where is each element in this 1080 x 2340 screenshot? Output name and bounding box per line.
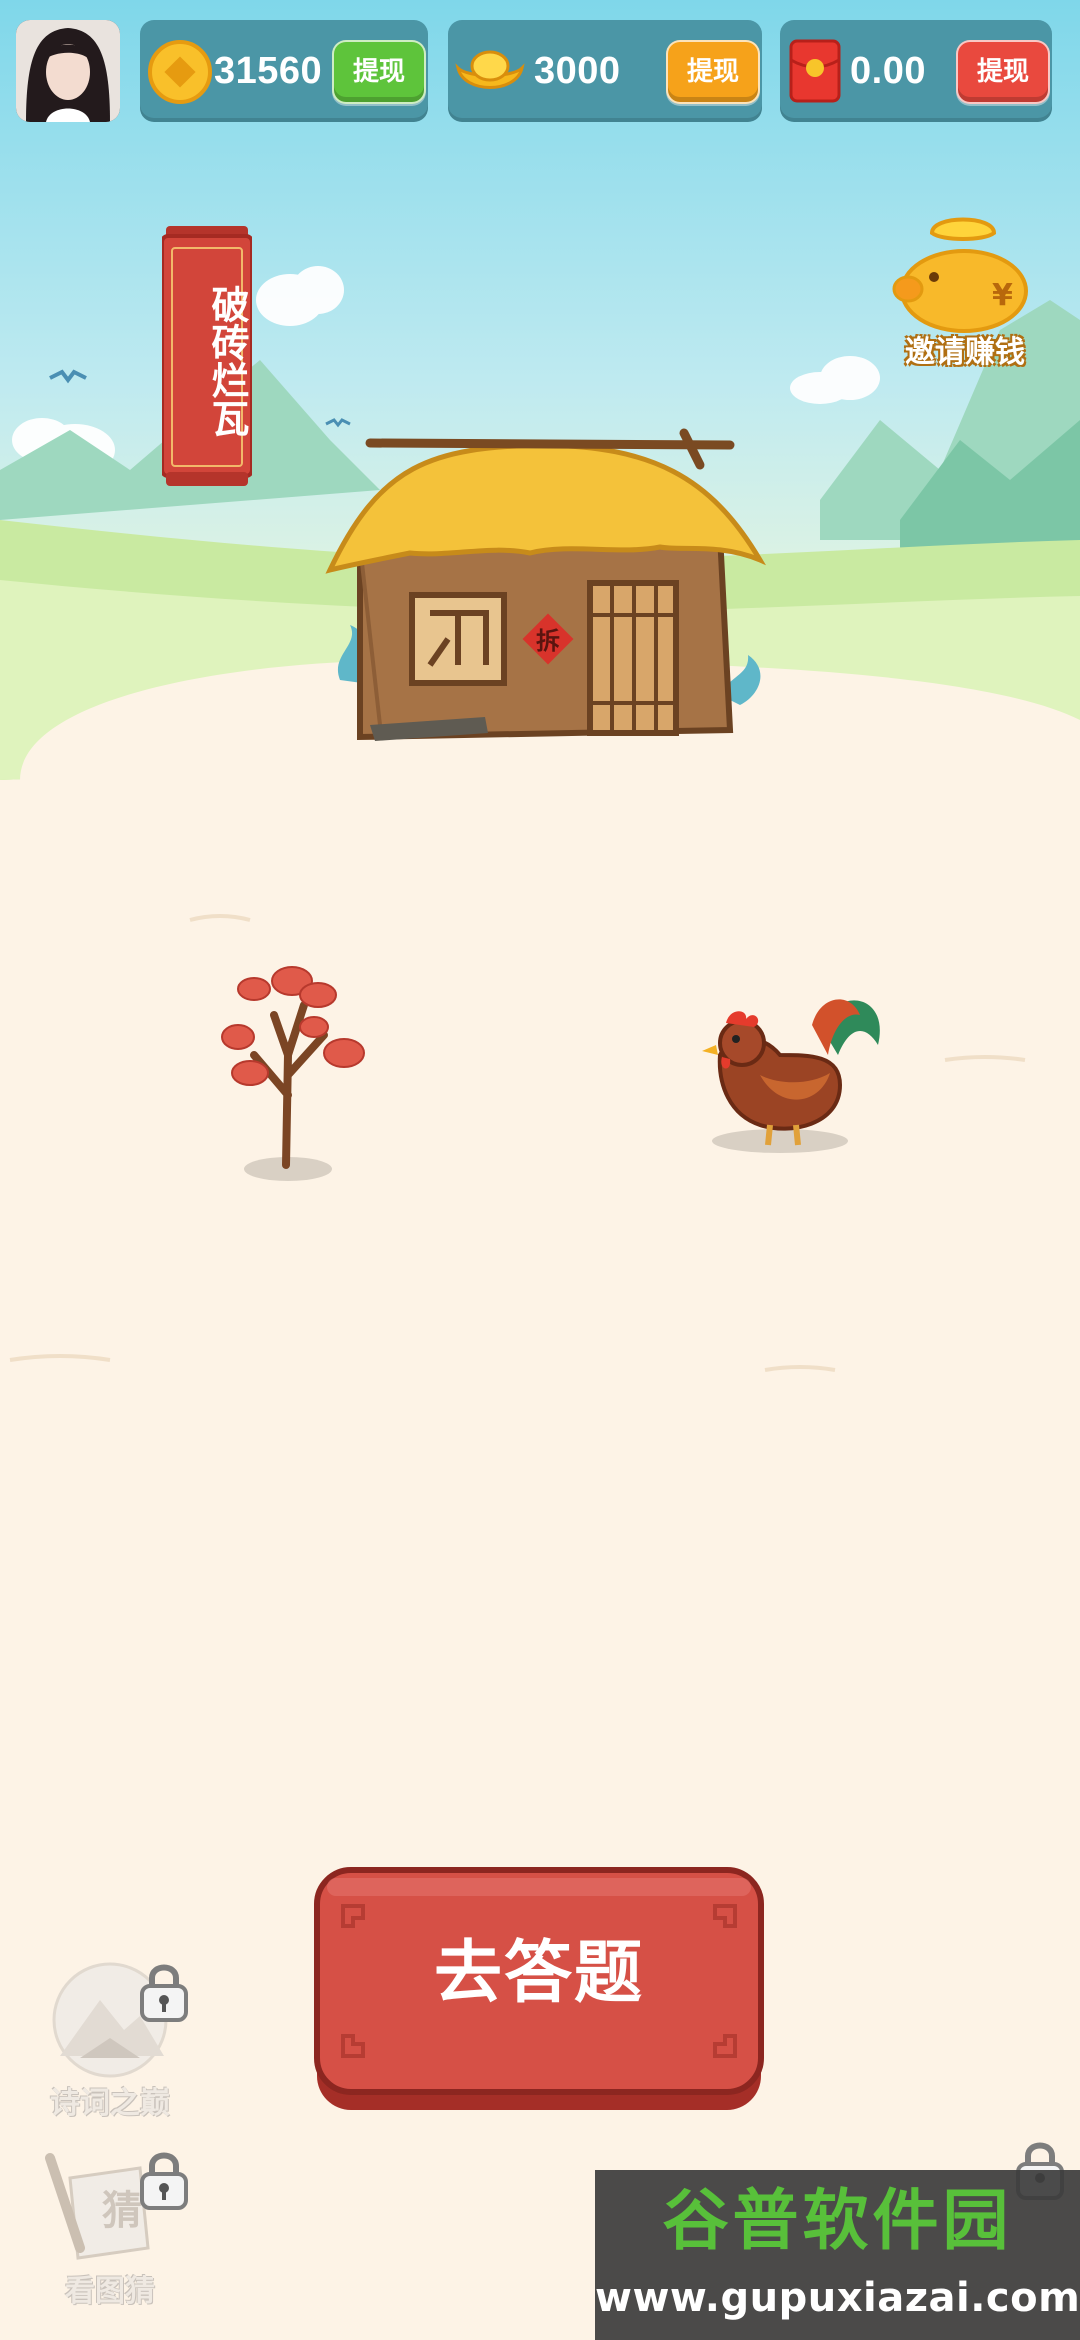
lock-icon: [140, 2152, 188, 2210]
red-envelope-icon: [789, 39, 841, 103]
coin-balance-pill: 31560 提现: [140, 20, 428, 122]
gold-coin-icon: [148, 40, 212, 104]
lock-icon: [140, 1964, 188, 2022]
ingot-withdraw-button[interactable]: 提现: [666, 40, 760, 104]
site-watermark: 谷普软件园 www.gupuxiazai.com: [595, 2170, 1080, 2340]
game-entry-poetry[interactable]: 诗词之巅: [20, 1960, 200, 2130]
invite-earn-label: 邀请赚钱: [905, 335, 1025, 370]
go-answer-button[interactable]: 去答题: [313, 1866, 765, 2114]
ingot-balance-pill: 3000 提现: [448, 20, 762, 122]
stage-name-text: 破砖烂瓦: [205, 285, 249, 437]
user-avatar[interactable]: [16, 20, 120, 122]
red-packet-balance-pill: 0.00 提现: [780, 20, 1052, 122]
user-portrait-icon: [16, 20, 120, 122]
game-entry-poetry-label: 诗词之巅: [50, 2086, 170, 2121]
svg-text:¥: ¥: [992, 278, 1013, 313]
stage-name-banner: 破砖烂瓦: [162, 226, 252, 486]
gold-ingot-icon: [455, 50, 525, 89]
invite-earn-button[interactable]: ¥ 邀请赚钱: [880, 205, 1050, 375]
red-packet-balance-value: 0.00: [850, 50, 926, 92]
rooster-illustration: [702, 999, 880, 1153]
red-packet-withdraw-button[interactable]: 提现: [956, 40, 1050, 104]
go-answer-label: 去答题: [433, 1934, 644, 2013]
demolish-sign-text: 拆: [536, 627, 560, 655]
coin-balance-value: 31560: [214, 50, 323, 92]
broken-house-illustration[interactable]: 拆: [320, 425, 770, 745]
ingot-balance-value: 3000: [534, 50, 621, 92]
piggy-bank-icon: ¥: [892, 217, 1028, 333]
watermark-title: 谷普软件园: [662, 2182, 1013, 2259]
game-entry-picture-guess-label: 看图猜: [65, 2274, 155, 2309]
watermark-url: www.gupuxiazai.com: [595, 2275, 1080, 2321]
red-tree-illustration: [221, 966, 365, 1181]
coin-withdraw-button[interactable]: 提现: [332, 40, 426, 104]
game-entry-picture-guess[interactable]: 猜 看图猜: [20, 2148, 200, 2318]
